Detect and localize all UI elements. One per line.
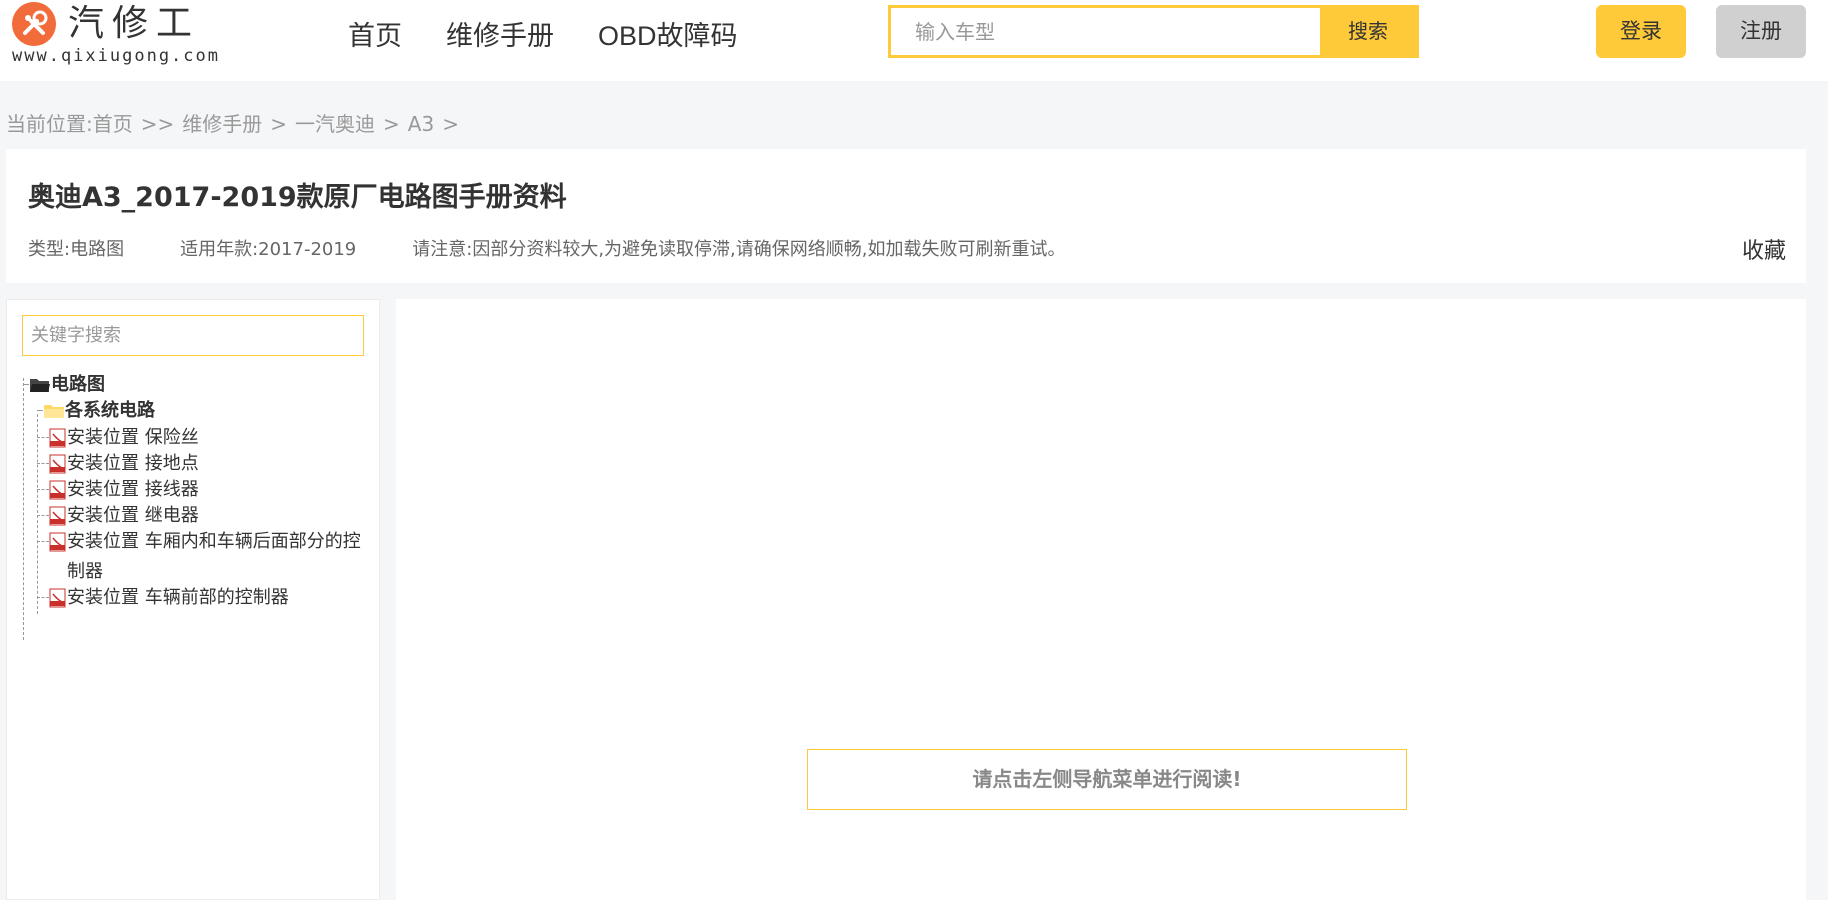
document-meta: 类型:电路图 适用年款:2017-2019 请注意:因部分资料较大,为避免读取停滞,… [28,235,1122,261]
register-button[interactable]: 注册 [1716,5,1806,58]
tree-file-label: 安装位置 车辆前部的控制器 [67,587,289,608]
breadcrumb-separator: > [270,112,288,136]
tree-guide-line [23,378,24,640]
breadcrumb-repair-manual[interactable]: 维修手册 [182,112,262,136]
main-nav: 首页 维修手册 OBD故障码 [348,14,782,58]
breadcrumb-brand[interactable]: 一汽奥迪 [295,112,375,136]
nav-repair-manual[interactable]: 维修手册 [446,14,554,58]
tree-connector [37,597,49,598]
tree-folder-label: 各系统电路 [65,400,155,421]
document-viewer: 请点击左侧导航菜单进行阅读! [396,299,1806,900]
site-header: 汽修工 www.qixiugong.com 首页 维修手册 OBD故障码 搜索 … [0,0,1828,81]
breadcrumb-model[interactable]: A3 [408,112,434,136]
folder-icon [43,402,65,425]
pdf-file-icon [49,532,67,557]
breadcrumb-separator: >> [140,112,175,136]
document-info-card: 奥迪A3_2017-2019款原厂电路图手册资料 类型:电路图 适用年款:2017… [6,149,1806,283]
breadcrumb-home[interactable]: 首页 [93,112,133,136]
doc-type: 类型:电路图 [28,239,125,260]
tree-connector [37,437,49,438]
reading-hint: 请点击左侧导航菜单进行阅读! [807,749,1407,810]
search-button[interactable]: 搜索 [1320,8,1416,55]
tree-connector [37,515,49,516]
tree-connector [37,541,49,542]
tree-file-label: 安装位置 车厢内和车辆后面部分的控制器 [67,531,361,582]
pdf-file-icon [49,588,67,613]
vehicle-search-input[interactable] [891,8,1345,55]
doc-notice: 请注意:因部分资料较大,为避免读取停滞,请确保网络顺畅,如加载失败可刷新重试。 [412,239,1066,260]
wrench-logo-icon [12,2,56,46]
breadcrumb-prefix: 当前位置: [6,112,93,136]
doc-years: 适用年款:2017-2019 [180,239,357,260]
nav-obd-codes[interactable]: OBD故障码 [598,14,738,58]
page-title: 奥迪A3_2017-2019款原厂电路图手册资料 [28,182,567,213]
breadcrumb: 当前位置:首页 >> 维修手册 > 一汽奥迪 > A3 > [6,108,467,137]
tree-connector [37,489,49,490]
nav-home[interactable]: 首页 [348,14,402,58]
vehicle-search: 搜索 [888,5,1419,58]
login-button[interactable]: 登录 [1596,5,1686,58]
tree-node-folder[interactable]: 各系统电路 [37,396,155,426]
tree-file-item[interactable]: 安装位置 车辆前部的控制器 [37,583,289,613]
tree-file-item[interactable]: 安装位置 车厢内和车辆后面部分的控制器 [37,527,377,587]
logo-url: www.qixiugong.com [12,46,220,66]
site-logo[interactable]: 汽修工 www.qixiugong.com [12,2,218,72]
tree-connector [37,463,49,464]
favorite-button[interactable]: 收藏 [1742,233,1786,265]
breadcrumb-separator: > [442,112,459,136]
logo-name: 汽修工 [68,3,201,44]
sidebar-navigation: 电路图 各系统电路 安装位置 保险丝 [6,299,380,900]
keyword-search-input[interactable] [22,315,364,356]
breadcrumb-separator: > [383,112,400,136]
